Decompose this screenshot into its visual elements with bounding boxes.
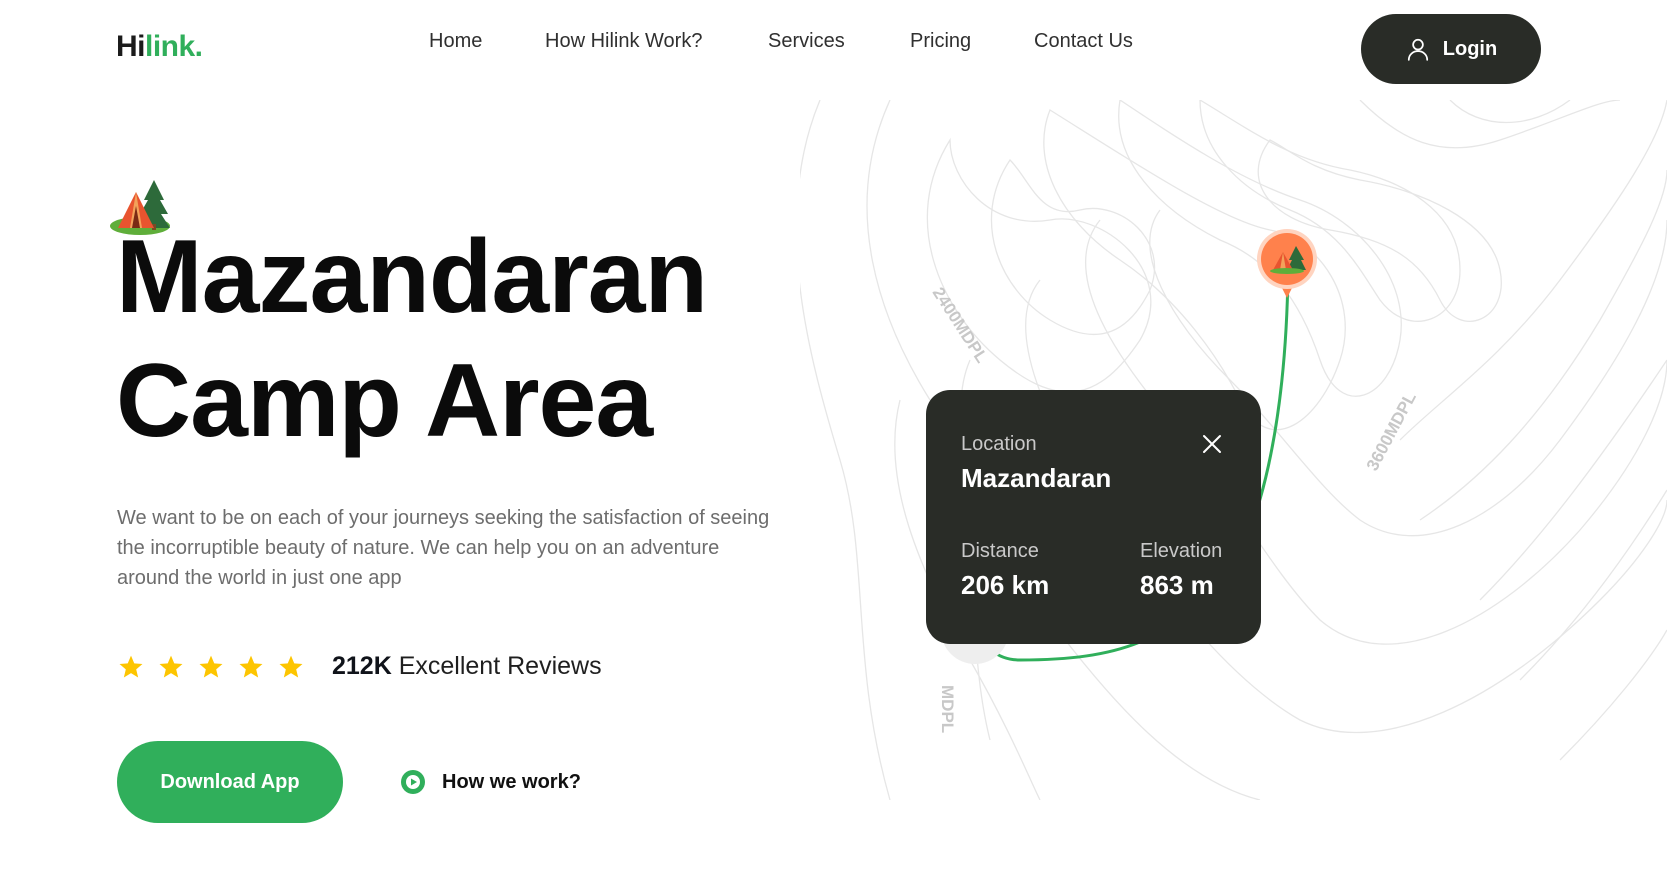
hero-description: We want to be on each of your journeys s… bbox=[117, 507, 770, 589]
how-we-work-label: How we work? bbox=[442, 770, 581, 793]
header: Hilink. Home How Hilink Work? Services P… bbox=[0, 0, 1667, 96]
star-icon bbox=[239, 655, 263, 678]
reviews-label: Excellent Reviews bbox=[398, 652, 602, 680]
nav-services[interactable]: Services bbox=[768, 30, 845, 53]
elevation-label: Elevation bbox=[1140, 540, 1223, 562]
star-icon bbox=[279, 655, 303, 678]
login-label: Login bbox=[1442, 37, 1498, 60]
hero-title: Mazandaran Camp Area bbox=[116, 215, 708, 463]
contour-label-3600: 3600MDPL bbox=[1363, 389, 1420, 474]
location-card: Location Mazandaran Distance 206 km Elev… bbox=[926, 390, 1261, 644]
close-icon[interactable] bbox=[1200, 432, 1224, 456]
logo-part-2: link. bbox=[145, 30, 203, 63]
elevation-value: 863 m bbox=[1140, 570, 1214, 600]
user-icon bbox=[1407, 38, 1428, 61]
reviews-text: 212K Excellent Reviews bbox=[332, 652, 602, 681]
download-app-button[interactable]: Download App bbox=[117, 741, 343, 823]
star-rating bbox=[118, 654, 304, 680]
distance-label: Distance bbox=[961, 540, 1039, 562]
nav-how-hilink-work[interactable]: How Hilink Work? bbox=[545, 30, 702, 53]
star-icon bbox=[199, 655, 223, 678]
map-pin-icon[interactable] bbox=[1256, 228, 1318, 300]
distance-value: 206 km bbox=[961, 570, 1050, 600]
contour-label-2400: 2400MDPL bbox=[929, 284, 992, 366]
logo-part-1: Hi bbox=[116, 30, 146, 63]
hero-title-line-2: Camp Area bbox=[116, 343, 653, 459]
nav-pricing[interactable]: Pricing bbox=[910, 30, 971, 53]
star-icon bbox=[119, 655, 143, 678]
how-we-work-link[interactable]: How we work? bbox=[400, 769, 581, 795]
play-icon bbox=[401, 770, 425, 794]
rating: 212K Excellent Reviews bbox=[118, 652, 602, 681]
star-icon bbox=[159, 655, 183, 678]
reviews-count: 212K bbox=[332, 652, 392, 680]
hero-title-line-1: Mazandaran bbox=[116, 219, 708, 335]
login-button[interactable]: Login bbox=[1361, 14, 1541, 84]
nav-home[interactable]: Home bbox=[429, 30, 482, 53]
nav-contact-us[interactable]: Contact Us bbox=[1034, 30, 1133, 53]
location-label: Location bbox=[961, 433, 1037, 455]
logo[interactable]: Hilink. bbox=[116, 30, 203, 64]
location-value: Mazandaran bbox=[961, 463, 1112, 493]
contour-label-mdpl: MDPL bbox=[938, 685, 957, 733]
